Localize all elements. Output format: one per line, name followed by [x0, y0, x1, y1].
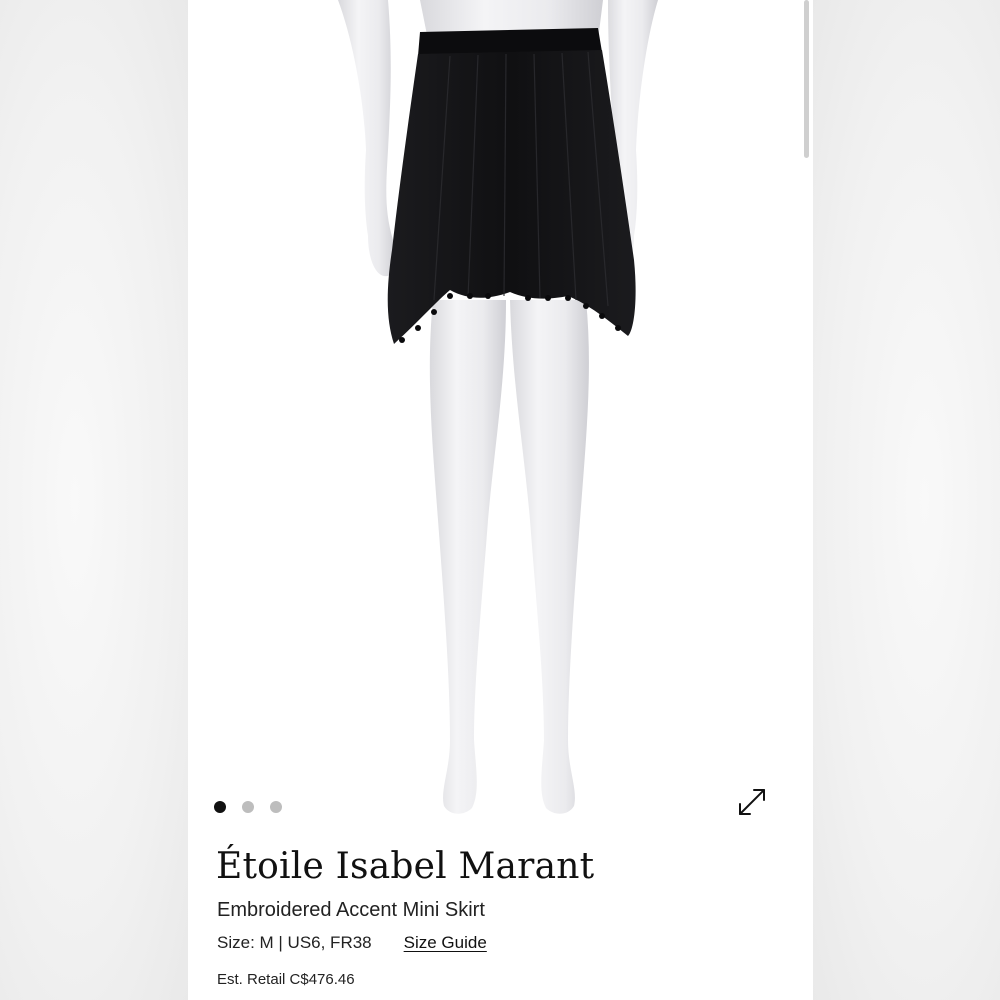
size-guide-link[interactable]: Size Guide	[404, 933, 487, 953]
right-blurred-background	[812, 0, 1000, 1000]
left-blurred-background	[0, 0, 188, 1000]
carousel-dot-1[interactable]	[214, 801, 226, 813]
carousel-dot-2[interactable]	[242, 801, 254, 813]
brand-name[interactable]: Étoile Isabel Marant	[216, 846, 594, 887]
expand-arrows-icon	[739, 789, 765, 815]
product-title: Embroidered Accent Mini Skirt	[217, 899, 485, 921]
carousel-dots	[214, 801, 282, 813]
carousel-dot-3[interactable]	[270, 801, 282, 813]
screenshot-frame: Étoile Isabel Marant Embroidered Accent …	[0, 0, 1000, 1000]
size-row: Size: M | US6, FR38 Size Guide	[217, 933, 487, 953]
product-image[interactable]	[188, 0, 813, 830]
scrollbar-thumb[interactable]	[804, 0, 809, 158]
estimated-retail-price: Est. Retail C$476.46	[217, 971, 355, 988]
expand-image-button[interactable]	[734, 784, 770, 820]
product-detail-panel: Étoile Isabel Marant Embroidered Accent …	[188, 0, 813, 1000]
size-text: Size: M | US6, FR38	[217, 933, 372, 952]
